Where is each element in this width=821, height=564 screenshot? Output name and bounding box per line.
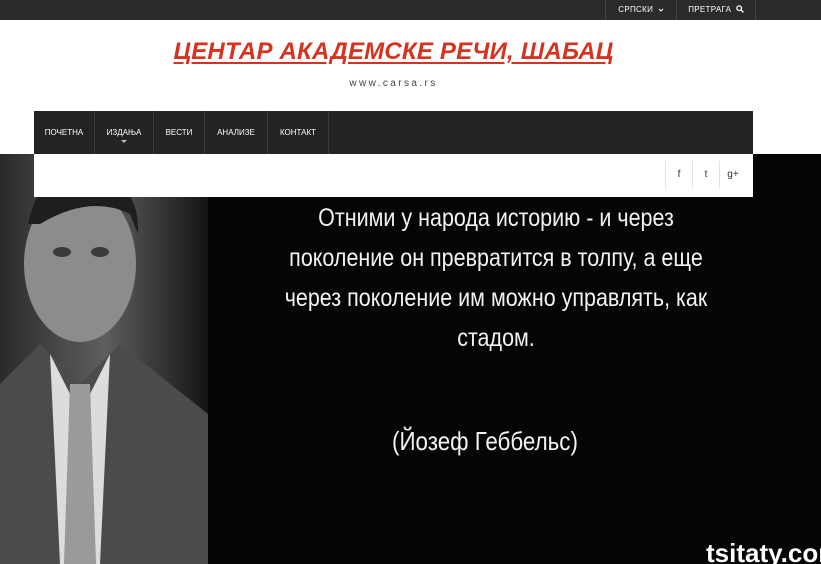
search-button[interactable]: ПРЕТРАГА	[676, 0, 756, 20]
site-title[interactable]: ЦЕНТАР АКАДЕМСКЕ РЕЧИ, ШАБАЦ	[0, 38, 787, 66]
nav-item-news[interactable]: ВЕСТИ	[154, 111, 205, 154]
nav-item-publications[interactable]: ИЗДАЊА	[95, 111, 154, 154]
facebook-link[interactable]: f	[665, 161, 692, 189]
quote-text: Отними у народа историю - и через поколе…	[238, 198, 754, 358]
language-label: СРПСКИ	[618, 5, 654, 14]
search-label: ПРЕТРАГА	[688, 5, 732, 14]
portrait-image	[0, 154, 208, 564]
nav-item-label: АНАЛИЗЕ	[217, 128, 255, 137]
page: СРПСКИ ПРЕТРАГА ЦЕНТАР АКАДЕМСКЕ РЕЧИ, Ш…	[0, 0, 821, 564]
twitter-link[interactable]: t	[692, 161, 719, 189]
site-url: www.carsa.rs	[349, 78, 438, 89]
googleplus-link[interactable]: g+	[719, 161, 746, 189]
googleplus-icon: g+	[727, 169, 739, 180]
search-icon	[736, 5, 744, 13]
nav-item-analyses[interactable]: АНАЛИЗЕ	[205, 111, 268, 154]
quote-line: поколение он превратится в толпу, а еще	[289, 244, 703, 272]
main-navigation: ПОЧЕТНА ИЗДАЊА ВЕСТИ АНАЛИЗЕ КОНТАКТ f t	[34, 111, 753, 197]
nav-item-label: ИЗДАЊА	[106, 128, 142, 137]
image-watermark: tsitaty.com	[706, 538, 821, 564]
nav-item-label: ПОЧЕТНА	[44, 128, 84, 137]
quote-author: (Йозеф Геббельс)	[392, 426, 578, 456]
social-bar: f t g+	[34, 154, 753, 197]
caret-down-icon	[121, 140, 127, 143]
nav-item-contact[interactable]: КОНТАКТ	[268, 111, 329, 154]
hero-image: Отними у народа историю - и через поколе…	[0, 154, 821, 564]
nav-item-label: КОНТАКТ	[279, 128, 317, 137]
nav-bar: ПОЧЕТНА ИЗДАЊА ВЕСТИ АНАЛИЗЕ КОНТАКТ	[34, 111, 753, 154]
quote-line: через поколение им можно управлять, как	[284, 284, 708, 312]
nav-item-home[interactable]: ПОЧЕТНА	[34, 111, 95, 154]
quote-line: стадом.	[457, 324, 535, 352]
facebook-icon: f	[677, 169, 681, 180]
nav-item-label: ВЕСТИ	[165, 128, 193, 137]
top-bar: СРПСКИ ПРЕТРАГА	[0, 0, 821, 20]
chevron-down-icon	[658, 8, 664, 12]
quote-line: Отними у народа историю - и через	[318, 204, 674, 232]
twitter-icon: t	[704, 169, 708, 180]
language-selector[interactable]: СРПСКИ	[605, 0, 676, 20]
